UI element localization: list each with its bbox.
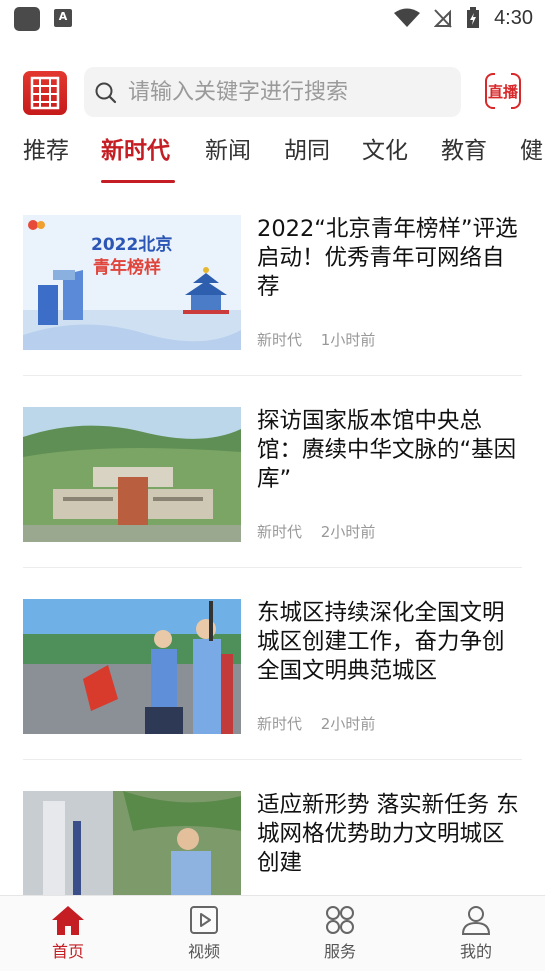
nav-home[interactable]: 首页 xyxy=(28,904,108,962)
no-signal-icon xyxy=(434,9,452,28)
article-item[interactable]: 2022北京 青年榜样 2022“北京青年榜样”评选启动！优秀青年可网络自荐 新… xyxy=(23,215,522,365)
nav-services[interactable]: 服务 xyxy=(300,904,380,962)
tab-hutong[interactable]: 胡同 xyxy=(284,136,330,176)
live-button-label: 直播 xyxy=(487,82,518,101)
thumb-text-year: 2022北京 xyxy=(91,234,172,255)
nav-profile-label: 我的 xyxy=(459,942,492,961)
article-time: 2小时前 xyxy=(320,715,376,733)
logo-emblem-icon xyxy=(30,76,60,110)
article-time: 2小时前 xyxy=(320,523,376,541)
nav-services-label: 服务 xyxy=(323,942,356,961)
profile-icon xyxy=(461,906,491,935)
article-title[interactable]: 东城区持续深化全国文明城区创建工作，奋力争创全国文明典范城区 xyxy=(257,599,522,686)
nav-video[interactable]: 视频 xyxy=(164,904,244,962)
article-title[interactable]: 适应新形势 落实新任务 东城网格优势助力文明城区创建 xyxy=(257,791,522,878)
header: 直播 xyxy=(0,66,545,118)
article-thumbnail xyxy=(23,599,241,734)
article-meta: 新时代 2小时前 xyxy=(257,521,389,542)
article-meta: 新时代 2小时前 xyxy=(257,713,389,734)
article-thumbnail: 2022北京 青年榜样 xyxy=(23,215,241,350)
a-notification-icon: A xyxy=(54,9,72,27)
article-category: 新时代 xyxy=(257,715,303,733)
article-thumbnail xyxy=(23,407,241,542)
article-category: 新时代 xyxy=(257,331,303,349)
tab-news[interactable]: 新闻 xyxy=(205,136,251,176)
article-title[interactable]: 探访国家版本馆中央总馆：赓续中华文脉的“基因库” xyxy=(257,407,522,494)
thumb-text-title: 青年榜样 xyxy=(93,257,161,278)
tab-culture[interactable]: 文化 xyxy=(362,136,408,176)
bottom-nav: 首页 视频 服务 我的 xyxy=(0,895,545,971)
search-input[interactable] xyxy=(128,67,448,117)
divider xyxy=(23,375,522,376)
article-item[interactable]: 东城区持续深化全国文明城区创建工作，奋力争创全国文明典范城区 新时代 2小时前 xyxy=(23,599,522,749)
search-icon xyxy=(95,82,117,104)
tab-recommend[interactable]: 推荐 xyxy=(23,136,69,176)
article-time: 1小时前 xyxy=(320,331,376,349)
services-icon xyxy=(326,906,354,934)
tab-education[interactable]: 教育 xyxy=(441,136,487,176)
app-notification-icon xyxy=(14,7,40,31)
nav-video-label: 视频 xyxy=(187,942,220,961)
article-thumbnail xyxy=(23,791,241,895)
article-title[interactable]: 2022“北京青年榜样”评选启动！优秀青年可网络自荐 xyxy=(257,215,522,302)
category-tabs: 推荐 新时代 新闻 胡同 文化 教育 健 xyxy=(0,130,545,186)
nav-home-label: 首页 xyxy=(51,942,84,961)
video-icon xyxy=(190,906,218,934)
status-time: 4:30 xyxy=(494,6,533,29)
home-icon xyxy=(52,906,84,935)
divider xyxy=(23,759,522,760)
wifi-icon xyxy=(394,8,421,27)
article-category: 新时代 xyxy=(257,523,303,541)
divider xyxy=(23,567,522,568)
app-logo[interactable] xyxy=(23,71,67,115)
status-bar: A 4:30 xyxy=(0,0,545,36)
search-bar[interactable] xyxy=(84,67,461,117)
article-item[interactable]: 探访国家版本馆中央总馆：赓续中华文脉的“基因库” 新时代 2小时前 xyxy=(23,407,522,557)
nav-profile[interactable]: 我的 xyxy=(436,904,516,962)
tab-new-era[interactable]: 新时代 xyxy=(101,136,170,176)
live-button[interactable]: 直播 xyxy=(485,72,521,110)
article-meta: 新时代 1小时前 xyxy=(257,329,389,350)
active-tab-indicator xyxy=(101,180,175,183)
tab-health[interactable]: 健 xyxy=(520,136,543,176)
battery-charging-icon xyxy=(467,7,480,28)
